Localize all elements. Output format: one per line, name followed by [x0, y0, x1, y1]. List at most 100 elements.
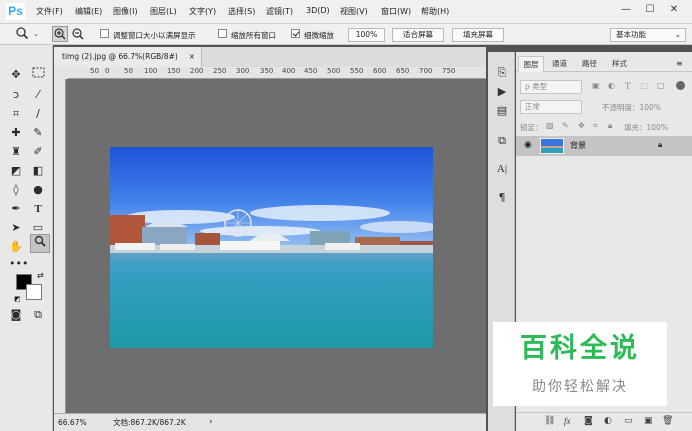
layers-panel-tabs: 图层 通道 路径 样式 ≡ [516, 56, 692, 72]
filter-shape-icon[interactable]: ⬚ [641, 81, 649, 90]
brush-tool-icon[interactable]: ✎ [30, 125, 46, 141]
tab-channels[interactable]: 通道 [552, 56, 567, 72]
filter-smart-object-icon[interactable]: ▢ [657, 81, 665, 90]
link-layers-icon[interactable]: ⛓ [544, 416, 555, 426]
history-icon[interactable]: ⎘ [495, 66, 509, 80]
panel-menu-icon[interactable]: ≡ [676, 59, 683, 68]
layer-row[interactable]: ◉ 背景 🔒︎ [516, 136, 692, 156]
type-tool-icon[interactable]: T [30, 201, 46, 217]
dodge-tool-icon[interactable]: ● [30, 182, 46, 198]
default-colors-icon[interactable]: ◩ [14, 295, 21, 303]
menu-select[interactable]: 选择(S) [228, 6, 255, 17]
zoom-all-windows-checkbox[interactable] [218, 29, 227, 38]
minimize-button[interactable]: — [617, 2, 635, 18]
resize-windows-label: 调整窗口大小以满屏显示 [113, 31, 196, 40]
chevron-down-icon[interactable]: ⌄ [33, 30, 39, 38]
paragraph-icon[interactable]: ¶ [495, 191, 509, 205]
pen-tool-icon[interactable]: ✒ [8, 201, 24, 217]
history-brush-tool-icon[interactable]: ✐ [30, 144, 46, 160]
tab-layers[interactable]: 图层 [518, 56, 544, 72]
ruler-tick: 550 [350, 67, 364, 75]
lock-image-icon[interactable]: ✎ [562, 121, 569, 130]
new-layer-icon[interactable]: ▣ [644, 416, 653, 426]
filter-adjustment-icon[interactable]: ◐ [608, 81, 615, 90]
eyedropper-tool-icon[interactable]: ∕ [30, 106, 46, 122]
ruler-tick: 300 [236, 67, 250, 75]
tab-styles[interactable]: 样式 [612, 56, 627, 72]
ruler-tick: 150 [167, 67, 181, 75]
workspace-select[interactable]: 基本功能 ⌄ [610, 28, 686, 42]
lock-all-icon[interactable]: 🔒︎ [608, 121, 612, 131]
zoom-tool-icon[interactable] [30, 234, 50, 253]
document-tab[interactable]: timg (2).jpg @ 66.7%(RGB/8#) × [54, 47, 202, 67]
close-tab-icon[interactable]: × [189, 47, 195, 67]
zoom-level[interactable]: 66.67% [58, 414, 87, 431]
hand-tool-icon[interactable]: ✋ [8, 239, 24, 255]
maximize-button[interactable]: ☐ [641, 2, 659, 18]
path-selection-tool-icon[interactable]: ➤ [8, 220, 24, 236]
resize-windows-checkbox[interactable] [100, 29, 109, 38]
opacity-label[interactable]: 不透明度：100% [602, 102, 661, 113]
clone-stamp-tool-icon[interactable]: ♜ [8, 144, 24, 160]
blur-tool-icon[interactable]: ◊ [8, 182, 24, 198]
close-button[interactable]: ✕ [665, 2, 683, 18]
lock-transparent-icon[interactable]: ▨ [546, 121, 554, 130]
layer-name[interactable]: 背景 [570, 140, 586, 151]
eraser-tool-icon[interactable]: ◩ [8, 163, 24, 179]
lock-position-icon[interactable]: ✥ [578, 121, 585, 130]
properties-icon[interactable]: ▤ [495, 104, 509, 118]
zoom-in-icon[interactable] [52, 26, 68, 42]
visibility-eye-icon[interactable]: ◉ [524, 140, 532, 150]
magic-wand-tool-icon[interactable]: ⁄ [30, 87, 46, 103]
zoom-out-icon[interactable] [71, 27, 85, 41]
menu-3d[interactable]: 3D(D) [306, 6, 330, 15]
add-mask-icon[interactable]: ◙ [584, 416, 593, 426]
menu-layer[interactable]: 图层(L) [150, 6, 177, 17]
menu-file[interactable]: 文件(F) [36, 6, 63, 17]
fill-screen-button[interactable]: 填充屏幕 [452, 28, 504, 42]
swap-colors-icon[interactable]: ⇄ [37, 271, 44, 280]
screen-mode-icon[interactable]: ⧉ [30, 307, 46, 323]
quick-mask-icon[interactable]: ◙ [8, 307, 24, 323]
photoshop-logo: Ps [6, 3, 25, 20]
more-tools-icon[interactable]: ••• [9, 256, 28, 272]
menu-view[interactable]: 视图(V) [340, 6, 368, 17]
lock-artboard-icon[interactable]: ⌗ [593, 121, 598, 131]
ruler-tick: 100 [144, 67, 158, 75]
fill-label[interactable]: 填充：100% [624, 122, 668, 133]
crop-tool-icon[interactable]: ⌗ [8, 106, 24, 122]
filter-type-icon[interactable]: T [625, 81, 631, 91]
menu-type[interactable]: 文字(Y) [189, 6, 216, 17]
fx-icon[interactable]: fx [564, 416, 571, 426]
move-tool-icon[interactable]: ✥ [8, 67, 24, 83]
watermark-subtitle: 助你轻松解决 [532, 379, 628, 395]
tab-paths[interactable]: 路径 [582, 56, 597, 72]
canvas-image[interactable] [110, 147, 433, 348]
clone-source-icon[interactable]: ⧉ [495, 134, 509, 148]
filter-toggle-icon[interactable] [676, 81, 685, 90]
menu-help[interactable]: 帮助(H) [421, 6, 449, 17]
delete-layer-icon[interactable]: 🗑︎ [662, 416, 673, 426]
scrubby-zoom-checkbox[interactable] [291, 29, 300, 38]
lasso-tool-icon[interactable]: ↄ [8, 87, 24, 103]
marquee-tool-icon[interactable] [30, 67, 46, 83]
gradient-tool-icon[interactable]: ◧ [30, 163, 46, 179]
blend-mode-select[interactable]: 正常 [520, 100, 582, 114]
chevron-right-icon[interactable]: › [209, 414, 213, 431]
menu-edit[interactable]: 编辑(E) [75, 6, 102, 17]
tools-panel: ✥ ↄ ⁄ ⌗ ∕ ✚ ✎ ♜ ✐ ◩ ◧ ◊ ● ✒ T ➤ ▭ ✋ ••• … [0, 45, 53, 431]
layer-filter-select[interactable]: ρ 类型 [520, 80, 582, 94]
zoom-100-button[interactable]: 100% [348, 28, 385, 42]
menu-window[interactable]: 窗口(W) [381, 6, 411, 17]
play-icon[interactable]: ▶ [495, 85, 509, 99]
new-group-icon[interactable]: ▭ [624, 416, 633, 426]
adjustment-layer-icon[interactable]: ◐ [604, 416, 612, 426]
zoom-tool-preset-icon[interactable] [14, 26, 30, 42]
character-icon[interactable]: A| [495, 162, 509, 176]
background-color-swatch[interactable] [26, 284, 42, 300]
menu-filter[interactable]: 滤镜(T) [266, 6, 293, 17]
filter-pixel-icon[interactable]: ▣ [592, 81, 600, 90]
menu-image[interactable]: 图像(I) [113, 6, 138, 17]
healing-brush-tool-icon[interactable]: ✚ [8, 125, 24, 141]
fit-screen-button[interactable]: 适合屏幕 [392, 28, 444, 42]
